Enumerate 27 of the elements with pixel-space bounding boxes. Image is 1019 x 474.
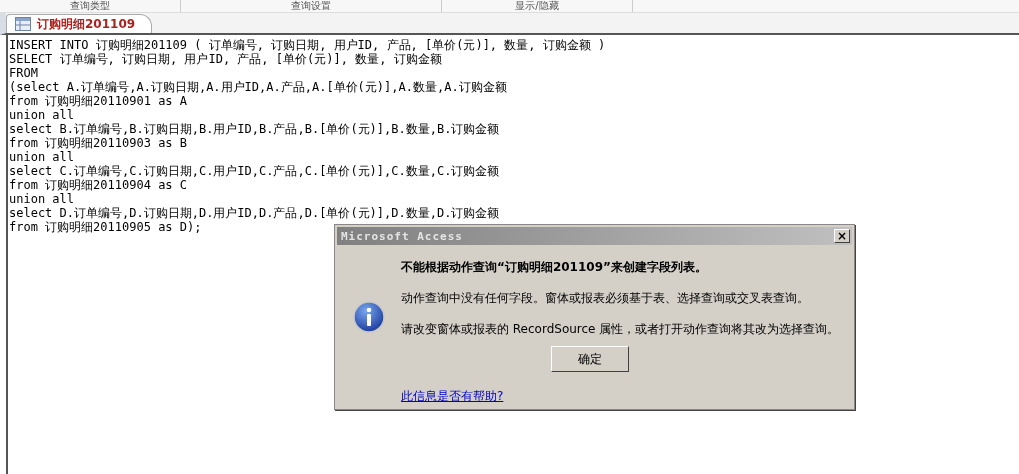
sql-line: INSERT INTO 订购明细201109 ( 订单编号, 订购日期, 用户ID, 产品, [单价(元)], 数量, 订购金额 ): [9, 38, 607, 52]
sql-line: from 订购明细20110901 as A: [9, 94, 189, 108]
sql-line: FROM: [9, 66, 39, 80]
sql-line: select C.订单编号,C.订购日期,C.用户ID,C.产品,C.[单价(元)],C.数量,C.订购金额: [9, 164, 501, 178]
sql-line: union all: [9, 192, 76, 206]
info-icon: [353, 301, 385, 333]
sql-line: select D.订单编号,D.订购日期,D.用户ID,D.产品,D.[单价(元)],D.数量,D.订购金额: [9, 206, 501, 220]
sql-line: from 订购明细20110905 as D);: [9, 220, 203, 234]
ribbon-group-label: 查询类型: [0, 0, 181, 12]
ok-button[interactable]: 确定: [551, 346, 629, 372]
sql-line: from 订购明细20110903 as B: [9, 136, 189, 150]
document-tab[interactable]: 订购明细201109: [6, 14, 153, 33]
close-button[interactable]: ×: [834, 229, 850, 243]
dialog-heading: 不能根据动作查询“订购明细201109”来创建字段列表。: [401, 259, 708, 276]
sql-line: (select A.订单编号,A.订购日期,A.用户ID,A.产品,A.[单价(元)],A.数量,A.订购金额: [9, 80, 508, 94]
sql-line: union all: [9, 108, 76, 122]
query-icon: [15, 17, 31, 31]
dialog-message: 请改变窗体或报表的 RecordSource 属性，或者打开动作查询将其改为选择查询。: [401, 321, 840, 338]
ribbon-group-label: 查询设置: [181, 0, 442, 12]
sql-line: SELECT 订单编号, 订购日期, 用户ID, 产品, [单价(元)], 数量, 订购金额: [9, 52, 443, 66]
sql-line: select B.订单编号,B.订购日期,B.用户ID,B.产品,B.[单价(元)],B.数量,B.订购金额: [9, 122, 501, 136]
dialog-title: Microsoft Access: [341, 229, 463, 243]
dialog-message: 动作查询中没有任何字段。窗体或报表必须基于表、选择查询或交叉表查询。: [401, 290, 810, 307]
sql-line: from 订购明细20110904 as C: [9, 178, 189, 192]
sql-line: union all: [9, 150, 76, 164]
help-link[interactable]: 此信息是否有帮助?: [401, 388, 504, 405]
ribbon-group-label: 显示/隐藏: [442, 0, 633, 12]
